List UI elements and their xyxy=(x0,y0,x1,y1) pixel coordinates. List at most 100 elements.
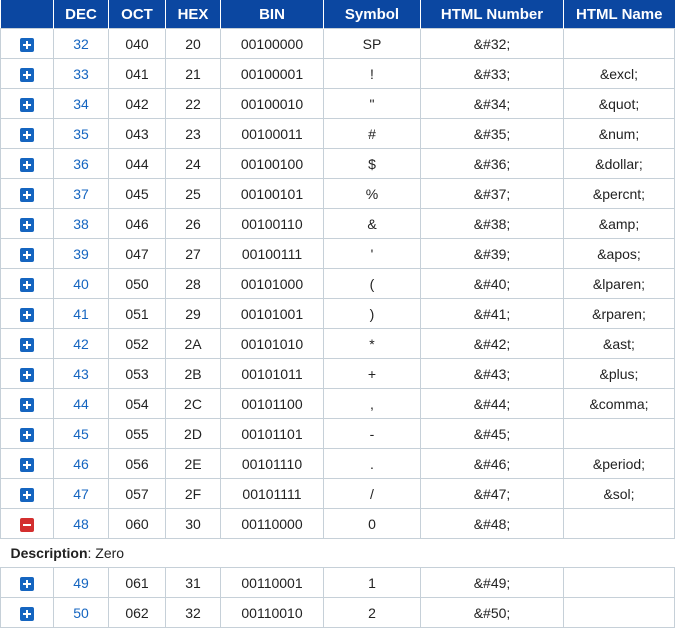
table-row: 50 062 32 00110010 2 &#50; xyxy=(0,597,675,628)
bin-cell: 00100011 xyxy=(220,118,324,149)
symbol-cell: # xyxy=(323,118,421,149)
expand-button[interactable] xyxy=(20,277,34,292)
expand-button[interactable] xyxy=(20,427,34,442)
html-name-cell: &plus; xyxy=(563,358,675,389)
oct-cell: 043 xyxy=(108,118,166,149)
html-name-cell: &ast; xyxy=(563,328,675,359)
dec-cell[interactable]: 46 xyxy=(53,448,109,479)
bin-cell: 00101010 xyxy=(220,328,324,359)
html-name-cell: &apos; xyxy=(563,238,675,269)
oct-cell: 052 xyxy=(108,328,166,359)
header-html-name: HTML Name xyxy=(563,0,675,29)
dec-cell[interactable]: 45 xyxy=(53,418,109,449)
table-row: 40 050 28 00101000 ( &#40; &lparen; xyxy=(0,268,675,299)
toggle-cell xyxy=(0,597,54,628)
dec-cell[interactable]: 47 xyxy=(53,478,109,509)
hex-cell: 23 xyxy=(165,118,221,149)
html-number-cell: &#39; xyxy=(420,238,564,269)
expand-button[interactable] xyxy=(20,337,34,352)
expand-button[interactable] xyxy=(20,187,34,202)
bin-cell: 00100000 xyxy=(220,28,324,59)
oct-cell: 040 xyxy=(108,28,166,59)
expand-button[interactable] xyxy=(20,37,34,52)
oct-cell: 055 xyxy=(108,418,166,449)
html-number-cell: &#42; xyxy=(420,328,564,359)
dec-cell[interactable]: 36 xyxy=(53,148,109,179)
expand-button[interactable] xyxy=(20,157,34,172)
html-number-cell: &#45; xyxy=(420,418,564,449)
dec-cell[interactable]: 33 xyxy=(53,58,109,89)
dec-cell[interactable]: 42 xyxy=(53,328,109,359)
hex-cell: 25 xyxy=(165,178,221,209)
symbol-cell: . xyxy=(323,448,421,479)
header-dec: DEC xyxy=(53,0,109,29)
expand-button[interactable] xyxy=(20,97,34,112)
description-cell: Description: Zero xyxy=(0,538,675,568)
symbol-cell: SP xyxy=(323,28,421,59)
symbol-cell: 2 xyxy=(323,597,421,628)
dec-cell[interactable]: 50 xyxy=(53,597,109,628)
html-name-cell: &period; xyxy=(563,448,675,479)
hex-cell: 24 xyxy=(165,148,221,179)
expand-button[interactable] xyxy=(20,67,34,82)
dec-cell[interactable]: 32 xyxy=(53,28,109,59)
html-name-cell: &sol; xyxy=(563,478,675,509)
header-hex: HEX xyxy=(165,0,221,29)
hex-cell: 21 xyxy=(165,58,221,89)
dec-cell[interactable]: 43 xyxy=(53,358,109,389)
expand-button[interactable] xyxy=(20,307,34,322)
dec-cell[interactable]: 40 xyxy=(53,268,109,299)
expand-button[interactable] xyxy=(20,247,34,262)
dec-cell[interactable]: 44 xyxy=(53,388,109,419)
oct-cell: 044 xyxy=(108,148,166,179)
toggle-cell xyxy=(0,178,54,209)
html-name-cell: &excl; xyxy=(563,58,675,89)
bin-cell: 00100110 xyxy=(220,208,324,239)
html-number-cell: &#44; xyxy=(420,388,564,419)
toggle-cell xyxy=(0,238,54,269)
hex-cell: 2F xyxy=(165,478,221,509)
bin-cell: 00101000 xyxy=(220,268,324,299)
expand-button[interactable] xyxy=(20,487,34,502)
table-row: 33 041 21 00100001 ! &#33; &excl; xyxy=(0,58,675,89)
expand-button[interactable] xyxy=(20,127,34,142)
expand-button[interactable] xyxy=(20,457,34,472)
hex-cell: 32 xyxy=(165,597,221,628)
table-row: 35 043 23 00100011 # &#35; &num; xyxy=(0,118,675,149)
html-name-cell: &amp; xyxy=(563,208,675,239)
dec-cell[interactable]: 35 xyxy=(53,118,109,149)
html-number-cell: &#37; xyxy=(420,178,564,209)
html-number-cell: &#33; xyxy=(420,58,564,89)
hex-cell: 20 xyxy=(165,28,221,59)
table-row: 32 040 20 00100000 SP &#32; xyxy=(0,28,675,59)
html-name-cell: &rparen; xyxy=(563,298,675,329)
toggle-cell xyxy=(0,478,54,509)
toggle-cell xyxy=(0,148,54,179)
hex-cell: 2C xyxy=(165,388,221,419)
expand-button[interactable] xyxy=(20,367,34,382)
toggle-cell xyxy=(0,28,54,59)
expand-button[interactable] xyxy=(20,217,34,232)
dec-cell[interactable]: 37 xyxy=(53,178,109,209)
hex-cell: 26 xyxy=(165,208,221,239)
dec-cell[interactable]: 39 xyxy=(53,238,109,269)
table-row: 37 045 25 00100101 % &#37; &percnt; xyxy=(0,178,675,209)
hex-cell: 29 xyxy=(165,298,221,329)
expand-button[interactable] xyxy=(20,576,34,591)
toggle-cell xyxy=(0,208,54,239)
oct-cell: 045 xyxy=(108,178,166,209)
description-text: : Zero xyxy=(87,545,125,561)
dec-cell[interactable]: 38 xyxy=(53,208,109,239)
table-row: 47 057 2F 00101111 / &#47; &sol; xyxy=(0,478,675,509)
expand-button[interactable] xyxy=(20,397,34,412)
collapse-button[interactable] xyxy=(20,517,34,532)
dec-cell[interactable]: 49 xyxy=(53,567,109,598)
dec-cell[interactable]: 34 xyxy=(53,88,109,119)
dec-cell[interactable]: 48 xyxy=(53,508,109,539)
dec-cell[interactable]: 41 xyxy=(53,298,109,329)
bin-cell: 00101100 xyxy=(220,388,324,419)
symbol-cell: 1 xyxy=(323,567,421,598)
header-toggle xyxy=(0,0,54,29)
expand-button[interactable] xyxy=(20,606,34,621)
symbol-cell: % xyxy=(323,178,421,209)
